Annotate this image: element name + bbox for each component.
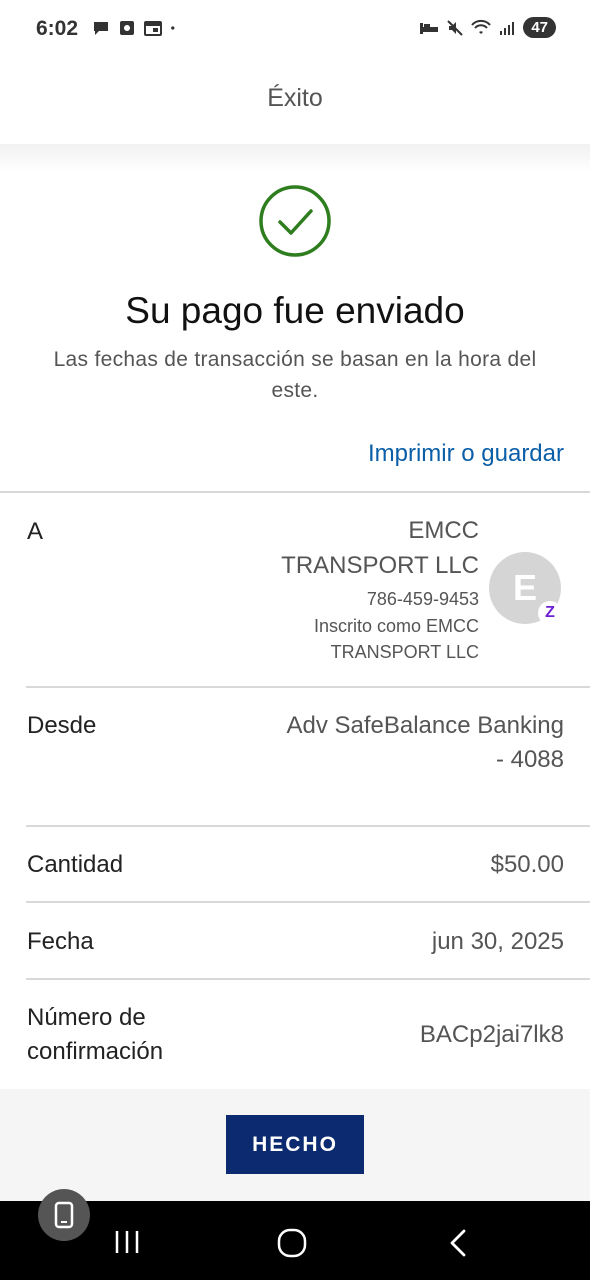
mute-icon bbox=[447, 19, 464, 36]
success-section: Su pago fue enviado Las fechas de transa… bbox=[0, 144, 590, 492]
signal-icon bbox=[500, 21, 515, 35]
confirmation-label: Número de confirmación bbox=[27, 1001, 163, 1069]
divider bbox=[26, 686, 590, 688]
divider bbox=[26, 825, 590, 827]
status-time: 6:02 bbox=[36, 17, 79, 40]
system-icons: 47 bbox=[419, 17, 556, 38]
phone-icon bbox=[54, 1201, 74, 1229]
amount-value: $50.00 bbox=[490, 851, 564, 878]
back-icon[interactable] bbox=[446, 1228, 470, 1258]
app-header: Éxito bbox=[0, 60, 590, 144]
battery-icon: 47 bbox=[523, 17, 556, 38]
confirmation-label-line2: confirmación bbox=[27, 1038, 164, 1065]
page-title: Éxito bbox=[267, 84, 323, 112]
date-value: jun 30, 2025 bbox=[431, 928, 564, 955]
chat-notification-icon bbox=[94, 22, 108, 35]
payee-phone: 786-459-9453 bbox=[366, 589, 479, 609]
confirmation-number: BACp2jai7lk8 bbox=[419, 1021, 564, 1048]
confirmation-label-line1: Número de bbox=[27, 1004, 146, 1031]
to-label: A bbox=[27, 518, 44, 545]
calendar-notification-icon bbox=[144, 21, 162, 36]
zelle-badge-icon: Z bbox=[538, 601, 562, 625]
footer: HECHO bbox=[0, 1089, 590, 1201]
from-label: Desde bbox=[27, 712, 97, 739]
print-or-save-link[interactable]: Imprimir o guardar bbox=[368, 440, 564, 468]
payee-enrolled-line1: Inscrito como EMCC bbox=[313, 616, 479, 636]
sleep-mode-icon bbox=[420, 22, 439, 34]
divider bbox=[26, 978, 590, 980]
success-check-icon bbox=[259, 185, 331, 257]
date-label: Fecha bbox=[27, 928, 94, 955]
payee-enrolled-line2: TRANSPORT LLC bbox=[330, 642, 479, 662]
amount-label: Cantidad bbox=[27, 851, 124, 878]
payee-name-line2: TRANSPORT LLC bbox=[281, 552, 479, 579]
app-notification-icon bbox=[120, 21, 134, 35]
from-account: Adv SafeBalance Banking - 4088 bbox=[286, 709, 564, 777]
divider bbox=[26, 901, 590, 903]
from-account-line2: - 4088 bbox=[495, 746, 564, 773]
more-notifications-dot-icon bbox=[171, 26, 175, 30]
home-icon[interactable] bbox=[276, 1227, 308, 1259]
floating-phone-button[interactable] bbox=[38, 1189, 90, 1241]
payee-name-line1: EMCC bbox=[408, 517, 479, 544]
notification-icons bbox=[92, 19, 180, 37]
success-title: Su pago fue enviado bbox=[125, 290, 465, 331]
timezone-note: Las fechas de transacción se basan en la… bbox=[53, 348, 537, 402]
payee-info: EMCC TRANSPORT LLC 786-459-9453 Inscrito… bbox=[281, 513, 479, 665]
status-bar: 6:02 47 bbox=[0, 0, 590, 60]
done-button[interactable]: HECHO bbox=[226, 1115, 364, 1174]
wifi-icon bbox=[471, 19, 492, 34]
from-account-line1: Adv SafeBalance Banking bbox=[286, 712, 564, 739]
divider bbox=[0, 491, 590, 493]
recents-icon[interactable] bbox=[112, 1228, 142, 1256]
